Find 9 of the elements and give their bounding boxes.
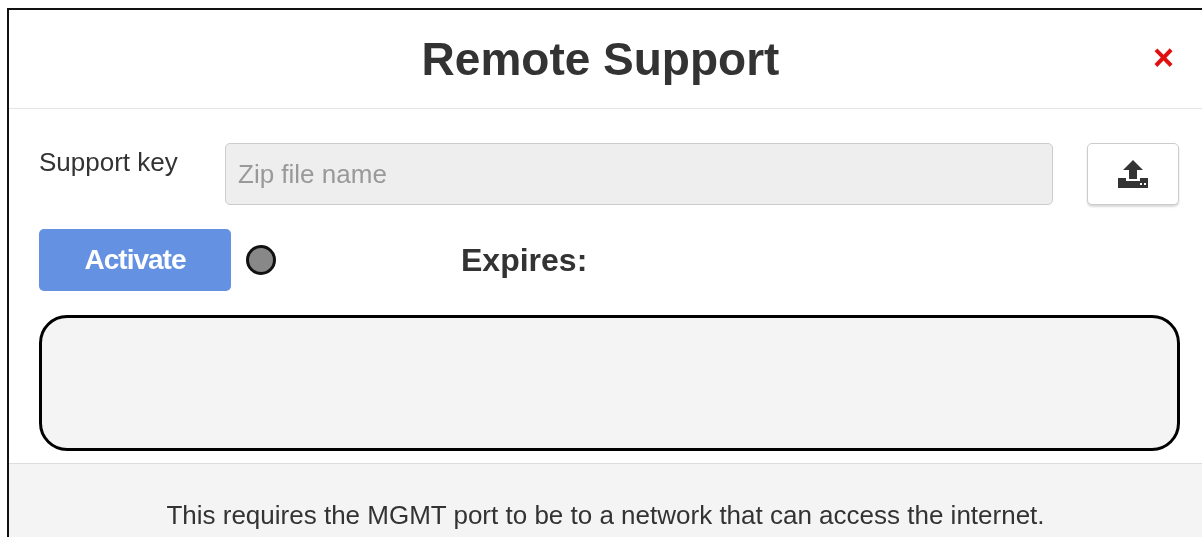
footer-note: This requires the MGMT port to be to a network that can access the internet. (166, 500, 1045, 532)
close-button[interactable]: × (1148, 40, 1178, 76)
activate-button[interactable]: Activate (39, 229, 231, 291)
support-key-field[interactable]: Zip file name (225, 143, 1053, 205)
upload-button[interactable] (1087, 143, 1179, 205)
expires-label: Expires: (461, 241, 588, 279)
dialog-title: Remote Support (421, 32, 780, 86)
upload-icon (1116, 159, 1150, 189)
support-key-label: Support key (39, 147, 179, 178)
